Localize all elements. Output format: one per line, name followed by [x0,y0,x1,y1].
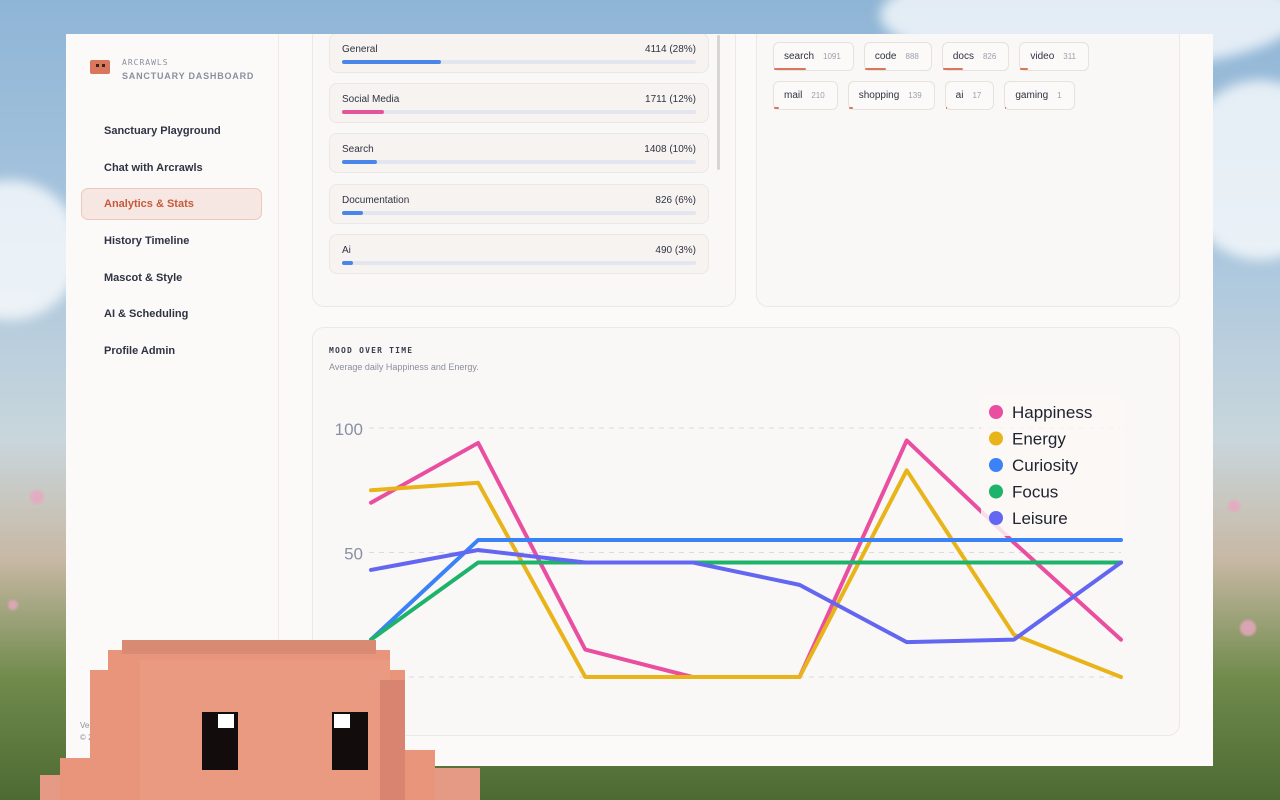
mascot-character [40,640,480,800]
background-flower [8,600,18,610]
tag-frequency-bar [1005,107,1007,109]
category-progress-track [342,110,696,115]
tag-count: 826 [982,52,997,61]
category-scrollbar[interactable] [717,35,720,170]
category-item[interactable]: Documentation 826 (6%) [329,183,709,224]
arcrawls-logo-icon [88,58,112,76]
tag-chip[interactable]: ai 17 [944,81,995,110]
tag-cloud: search 1091 code 888 docs 826 video 311 mail 210 s… [773,42,1173,120]
category-progress-track [342,210,696,215]
sidebar-item-mascot-style[interactable]: Mascot & Style [81,262,262,294]
legend-label-leisure: Leisure [1012,509,1068,528]
category-item[interactable]: Ai 490 (3%) [329,233,709,274]
category-list[interactable]: General 4114 (28%) Social Media 1711 (12%) S… [329,34,709,284]
background-flower [30,490,44,504]
legend-marker-curiosity [989,458,1003,472]
sidebar-nav: Sanctuary Playground Chat with Arcrawls … [81,115,262,372]
background-flower [1240,620,1256,636]
tag-count: 17 [972,91,982,100]
tag-chip[interactable]: docs 826 [941,42,1010,71]
tag-frequency-bar [848,107,854,109]
categories-panel: General 4114 (28%) Social Media 1711 (12%) S… [312,34,736,307]
category-progress-track [342,260,696,265]
legend-marker-focus [989,484,1003,499]
sidebar-item-history-timeline[interactable]: History Timeline [81,225,262,257]
tag-row: mail 210 shopping 139 ai 17 gaming 1 [773,81,1173,110]
legend-label-focus: Focus [1012,483,1058,502]
legend-label-happiness: Happiness [1012,403,1092,422]
sidebar-item-chat[interactable]: Chat with Arcrawls [81,152,262,184]
y-tick-label: 100 [335,420,363,439]
y-tick-label: 50 [344,545,363,564]
tag-chip[interactable]: code 888 [863,42,932,71]
category-progress-fill [342,60,442,64]
tag-name: gaming [1015,90,1049,101]
category-progress-fill [342,110,385,115]
category-count: 4114 (28%) [645,44,696,55]
category-progress-track [342,160,696,165]
category-progress-fill [342,210,364,215]
category-item[interactable]: General 4114 (28%) [329,34,709,73]
tag-frequency-bar [1020,68,1029,70]
legend-marker-happiness [989,405,1003,419]
tag-count: 210 [811,91,825,100]
tag-name: code [874,51,897,62]
category-count: 1711 (12%) [645,94,696,106]
tag-frequency-bar [774,107,779,109]
tag-name: shopping [858,90,900,101]
category-count: 826 (6%) [655,194,696,206]
tag-count: 1091 [823,52,841,61]
sidebar-item-profile-admin[interactable]: Profile Admin [81,335,262,367]
category-name: Documentation [342,194,410,206]
brand: ARCRAWLS SANCTUARY DASHBOARD [88,58,254,81]
tag-name: search [784,51,815,62]
tags-panel: search 1091 code 888 docs 826 video 311 mail 210 s… [756,34,1180,307]
brand-name: ARCRAWLS [122,58,169,67]
tag-chip[interactable]: video 311 [1019,42,1090,71]
tag-name: video [1030,51,1055,62]
tag-frequency-bar [864,68,887,70]
background-flower [1228,500,1240,512]
legend-label-energy: Energy [1012,430,1066,449]
category-count: 1408 (10%) [644,144,696,156]
tag-count: 888 [905,52,919,61]
tag-name: ai [955,90,964,101]
category-item[interactable]: Social Media 1711 (12%) [329,83,709,124]
sidebar-item-ai-scheduling[interactable]: AI & Scheduling [81,298,262,330]
brand-title: SANCTUARY DASHBOARD [122,71,255,81]
category-name: General [342,44,378,55]
category-count: 490 (3%) [655,244,696,256]
legend-label-curiosity: Curiosity [1012,456,1079,475]
tag-chip[interactable]: search 1091 [773,42,854,71]
category-name: Ai [342,244,351,256]
tag-name: docs [952,51,974,62]
category-name: Social Media [342,94,400,106]
legend-marker-energy [989,431,1003,446]
mascot-arm-right [405,750,435,800]
tag-frequency-bar [945,107,947,109]
category-progress-track [342,60,696,64]
legend-marker-leisure [989,511,1003,525]
category-item[interactable]: Search 1408 (10%) [329,133,709,174]
tag-count: 1 [1057,91,1062,100]
tag-chip[interactable]: mail 210 [773,81,838,110]
tag-row: search 1091 code 888 docs 826 video 311 [773,42,1173,71]
category-name: Search [342,144,374,156]
tag-frequency-bar [774,68,806,70]
sidebar-item-sanctuary-playground[interactable]: Sanctuary Playground [81,115,262,147]
category-progress-fill [342,260,353,265]
sidebar-item-analytics[interactable]: Analytics & Stats [81,188,262,221]
tag-chip[interactable]: shopping 139 [847,81,935,110]
category-progress-fill [342,160,378,165]
tag-frequency-bar [942,68,963,70]
tag-count: 311 [1063,52,1077,61]
tag-chip[interactable]: gaming 1 [1004,81,1075,110]
tag-count: 139 [908,91,922,100]
tag-name: mail [784,90,803,101]
